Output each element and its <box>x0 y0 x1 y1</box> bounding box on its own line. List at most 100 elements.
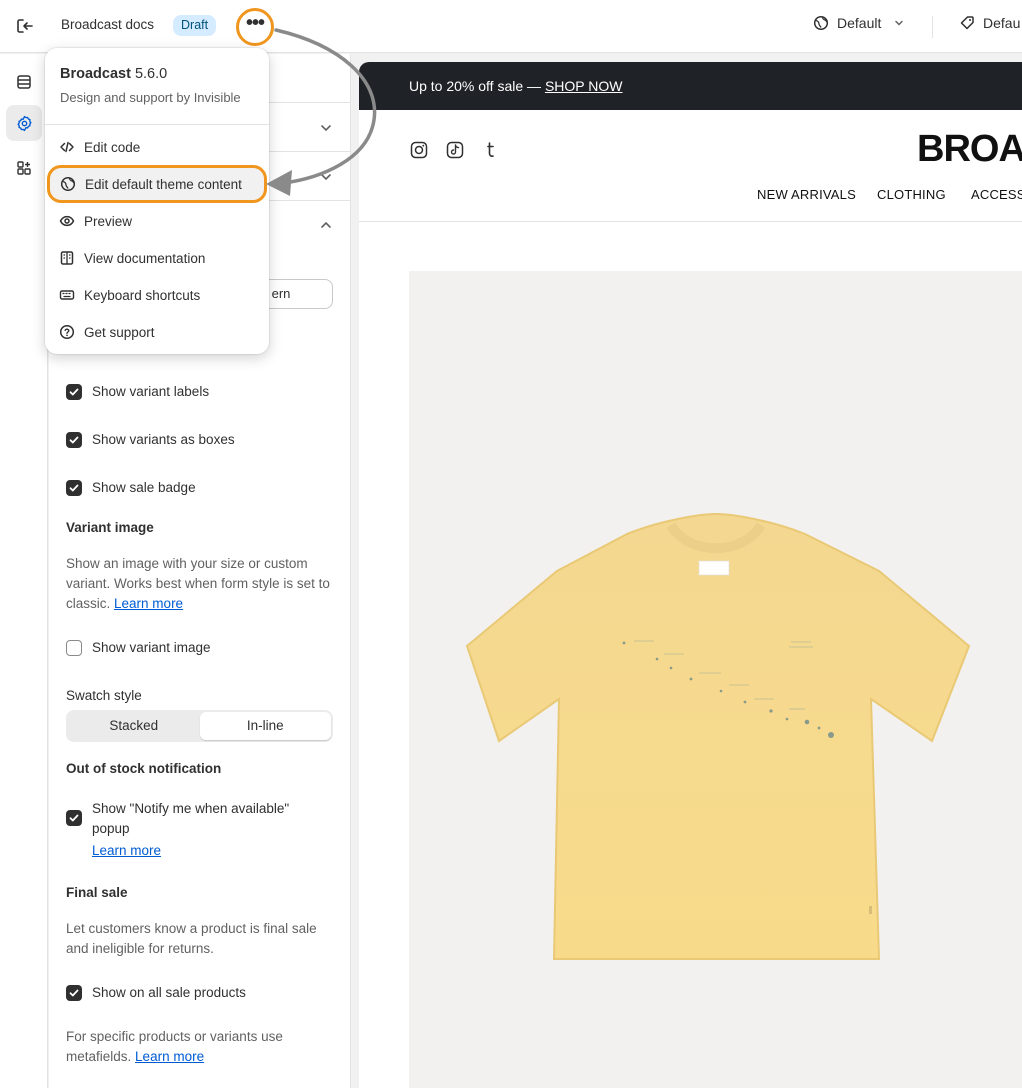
theme-name: Broadcast <box>60 66 131 82</box>
menu-theme-name: Broadcast 5.6.0 <box>60 66 167 82</box>
menu-item-label: View documentation <box>84 250 206 266</box>
nav-accessories[interactable]: ACCESSO <box>971 187 1022 202</box>
check-icon <box>69 989 79 997</box>
divider <box>45 124 269 125</box>
checkbox-label: Show variant image <box>92 640 211 655</box>
announcement-text: Up to 20% off sale — SHOP NOW <box>409 78 622 94</box>
theme-actions-menu: Broadcast 5.6.0 Design and support by In… <box>45 48 269 354</box>
ellipsis-icon: ••• <box>245 12 265 34</box>
checkbox[interactable] <box>66 640 82 656</box>
swatch-style-segmented-control: Stacked In-line <box>66 710 333 742</box>
locale-selector[interactable]: Default <box>813 15 905 31</box>
checkbox-label: Show variants as boxes <box>92 432 235 447</box>
checkbox[interactable] <box>66 432 82 448</box>
keyboard-icon <box>59 290 75 300</box>
code-icon <box>60 141 74 153</box>
chevron-up-icon[interactable] <box>319 218 333 232</box>
checkbox-label: Show variant labels <box>92 384 210 399</box>
checkbox[interactable] <box>66 384 82 400</box>
check-icon <box>69 436 79 444</box>
out-of-stock-heading: Out of stock notification <box>66 761 222 776</box>
nav-new-arrivals[interactable]: NEW ARRIVALS <box>757 187 856 202</box>
menu-item-edit-code[interactable]: Edit code <box>51 131 263 163</box>
status-badge: Draft <box>173 15 217 36</box>
description-text: Show an image with your size or custom v… <box>66 556 330 611</box>
locale-label: Default <box>837 15 882 31</box>
market-selector[interactable]: Defau <box>959 15 1020 31</box>
menu-item-label: Preview <box>84 213 133 229</box>
tshirt-illustration <box>465 512 971 960</box>
menu-item-keyboard-shortcuts[interactable]: Keyboard shortcuts <box>51 279 263 311</box>
apps-nav-button[interactable] <box>6 150 42 186</box>
checkbox-label: Show sale badge <box>92 480 196 495</box>
left-rail <box>0 54 48 1088</box>
learn-more-link[interactable]: Learn more <box>135 1049 204 1064</box>
metafields-note: For specific products or variants use me… <box>66 1027 334 1067</box>
variant-image-description: Show an image with your size or custom v… <box>66 554 334 614</box>
question-icon <box>59 324 75 340</box>
tumblr-icon[interactable] <box>481 140 501 160</box>
menu-item-view-documentation[interactable]: View documentation <box>51 242 263 274</box>
learn-more-link[interactable]: Learn more <box>114 596 183 611</box>
checkbox[interactable] <box>66 480 82 496</box>
menu-item-edit-default-theme-content[interactable]: Edit default theme content <box>47 165 267 203</box>
globe-icon <box>813 15 829 31</box>
tag-icon <box>960 16 974 30</box>
checkbox[interactable] <box>66 810 82 826</box>
eye-icon <box>59 215 75 227</box>
instagram-icon[interactable] <box>409 140 429 160</box>
show-variant-labels-row[interactable]: Show variant labels <box>66 382 209 402</box>
menu-item-label: Edit code <box>84 139 141 155</box>
notify-popup-row[interactable]: Show "Notify me when available" popup Le… <box>66 799 312 858</box>
swatch-option-stacked[interactable]: Stacked <box>68 712 200 740</box>
final-sale-description: Let customers know a product is final sa… <box>66 921 317 956</box>
storefront-preview: Up to 20% off sale — SHOP NOW BROAD NEW … <box>359 62 1022 1088</box>
gear-icon <box>16 115 32 131</box>
product-section <box>359 223 1022 1088</box>
sections-icon <box>17 75 31 89</box>
final-sale-heading: Final sale <box>66 885 128 900</box>
chevron-down-icon[interactable] <box>319 121 333 135</box>
checkbox-label: Show "Notify me when available" popup <box>92 801 290 836</box>
menu-item-label: Get support <box>84 324 155 340</box>
announcement-message: Up to 20% off sale — <box>409 78 545 94</box>
theme-version: 5.6.0 <box>134 66 168 82</box>
product-image[interactable] <box>409 271 1022 1088</box>
chevron-down-icon <box>895 20 904 26</box>
more-actions-button[interactable]: ••• <box>236 8 274 46</box>
check-icon <box>69 388 79 396</box>
announcement-bar: Up to 20% off sale — SHOP NOW <box>359 62 1022 110</box>
store-header: BROAD NEW ARRIVALS CLOTHING ACCESSO <box>359 110 1022 222</box>
market-label: Defau <box>983 15 1021 31</box>
show-sale-badge-row[interactable]: Show sale badge <box>66 478 196 498</box>
tiktok-icon[interactable] <box>445 140 465 160</box>
theme-title: Broadcast docs <box>61 17 155 32</box>
checkbox[interactable] <box>66 985 82 1001</box>
divider <box>932 16 933 38</box>
exit-icon[interactable] <box>14 15 36 37</box>
swatch-style-label: Swatch style <box>66 688 142 703</box>
globe-icon <box>60 176 76 192</box>
book-icon <box>60 251 74 265</box>
show-variants-as-boxes-row[interactable]: Show variants as boxes <box>66 430 235 450</box>
swatch-option-inline[interactable]: In-line <box>199 712 331 740</box>
variant-image-heading: Variant image <box>66 520 154 535</box>
menu-item-get-support[interactable]: Get support <box>51 316 263 348</box>
menu-item-preview[interactable]: Preview <box>51 205 263 237</box>
shop-now-link[interactable]: SHOP NOW <box>545 78 623 94</box>
menu-item-label: Keyboard shortcuts <box>84 287 201 303</box>
top-bar: Broadcast docs Draft ••• Default Defau <box>0 0 1022 53</box>
checkbox-label: Show on all sale products <box>92 985 246 1000</box>
sections-nav-button[interactable] <box>6 64 42 100</box>
menu-item-label: Edit default theme content <box>85 176 242 192</box>
show-variant-image-row[interactable]: Show variant image <box>66 638 211 658</box>
check-icon <box>69 484 79 492</box>
chevron-down-icon[interactable] <box>319 170 333 184</box>
nav-clothing[interactable]: CLOTHING <box>877 187 946 202</box>
learn-more-link[interactable]: Learn more <box>92 843 161 858</box>
check-icon <box>69 814 79 822</box>
menu-theme-author: Design and support by Invisible <box>60 90 241 105</box>
store-logo[interactable]: BROAD <box>917 128 1022 171</box>
theme-settings-nav-button[interactable] <box>6 105 42 141</box>
show-on-sale-products-row[interactable]: Show on all sale products <box>66 983 246 1003</box>
